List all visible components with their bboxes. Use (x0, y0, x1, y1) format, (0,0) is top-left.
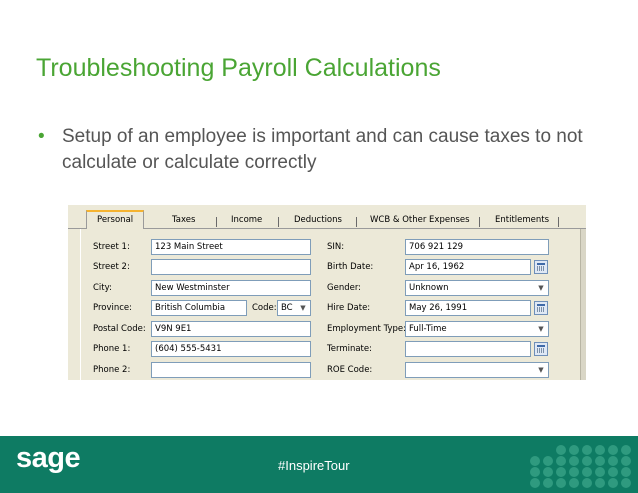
postal-code-label: Postal Code: (93, 324, 146, 334)
decorative-dot (582, 467, 592, 477)
decorative-dot (621, 467, 631, 477)
hashtag-text: #InspireTour (278, 458, 350, 473)
tab-deductions[interactable]: Deductions (294, 213, 342, 229)
phone2-label: Phone 2: (93, 365, 131, 375)
province-code-select[interactable]: BC ▼ (277, 300, 311, 316)
personal-panel: Street 1: 123 Main Street Street 2: City… (80, 229, 574, 380)
decorative-dot (569, 478, 579, 488)
decorative-dot (582, 456, 592, 466)
decorative-dot (530, 467, 540, 477)
decorative-dot (530, 456, 540, 466)
bullet-text: Setup of an employee is important and ca… (62, 126, 583, 173)
employee-dialog-screenshot: Personal Taxes Income Deductions WCB & O… (68, 205, 586, 380)
province-label: Province: (93, 303, 133, 313)
decorative-dot (608, 456, 618, 466)
sin-label: SIN: (327, 242, 345, 252)
dot-pattern-decoration (530, 445, 638, 493)
calendar-icon[interactable] (534, 260, 548, 274)
decorative-dot (595, 478, 605, 488)
tab-separator (278, 217, 279, 227)
slide-title: Troubleshooting Payroll Calculations (36, 54, 441, 82)
decorative-dot (543, 478, 553, 488)
chevron-down-icon[interactable]: ▼ (296, 301, 310, 315)
gender-select[interactable]: Unknown ▼ (405, 280, 549, 296)
sin-field[interactable]: 706 921 129 (405, 239, 549, 255)
employment-type-select[interactable]: Full-Time ▼ (405, 321, 549, 337)
city-label: City: (93, 283, 112, 293)
gender-value: Unknown (409, 283, 449, 293)
calendar-icon[interactable] (534, 301, 548, 315)
decorative-dot (595, 456, 605, 466)
tab-taxes[interactable]: Taxes (172, 213, 195, 229)
tab-income[interactable]: Income (231, 213, 262, 229)
street1-field[interactable]: 123 Main Street (151, 239, 311, 255)
decorative-dot (582, 445, 592, 455)
street2-label: Street 2: (93, 262, 130, 272)
hire-date-field[interactable]: May 26, 1991 (405, 300, 531, 316)
employment-type-label: Employment Type: (327, 324, 406, 334)
code-label: Code: (252, 303, 277, 313)
street1-label: Street 1: (93, 242, 130, 252)
decorative-dot (530, 478, 540, 488)
decorative-dot (556, 467, 566, 477)
birth-date-field[interactable]: Apr 16, 1962 (405, 259, 531, 275)
bullet-symbol: • (38, 126, 45, 147)
postal-code-field[interactable]: V9N 9E1 (151, 321, 311, 337)
decorative-dot (569, 445, 579, 455)
decorative-dot (556, 445, 566, 455)
bullet-item: • Setup of an employee is important and … (38, 124, 598, 176)
decorative-dot (556, 456, 566, 466)
hire-date-label: Hire Date: (327, 303, 371, 313)
decorative-dot (595, 467, 605, 477)
city-field[interactable]: New Westminster (151, 280, 311, 296)
employment-type-value: Full-Time (409, 324, 447, 334)
tab-separator (558, 217, 559, 227)
province-code-value: BC (281, 303, 293, 313)
roe-code-label: ROE Code: (327, 365, 373, 375)
tab-separator (479, 217, 480, 227)
vertical-scrollbar[interactable] (580, 229, 586, 380)
tab-separator (356, 217, 357, 227)
decorative-dot (582, 478, 592, 488)
gender-label: Gender: (327, 283, 362, 293)
decorative-dot (621, 456, 631, 466)
birth-date-label: Birth Date: (327, 262, 374, 272)
decorative-dot (621, 445, 631, 455)
tab-wcb-other-expenses[interactable]: WCB & Other Expenses (370, 213, 470, 229)
tab-separator (216, 217, 217, 227)
street2-field[interactable] (151, 259, 311, 275)
phone1-field[interactable]: (604) 555-5431 (151, 341, 311, 357)
decorative-dot (595, 445, 605, 455)
tab-personal[interactable]: Personal (86, 210, 145, 230)
terminate-date-field[interactable] (405, 341, 531, 357)
chevron-down-icon[interactable]: ▼ (534, 322, 548, 336)
chevron-down-icon[interactable]: ▼ (534, 281, 548, 295)
sage-logo: sage (16, 442, 81, 474)
terminate-label: Terminate: (327, 344, 372, 354)
tab-entitlements[interactable]: Entitlements (495, 213, 549, 229)
province-field[interactable]: British Columbia (151, 300, 247, 316)
decorative-dot (543, 456, 553, 466)
phone1-label: Phone 1: (93, 344, 131, 354)
decorative-dot (608, 478, 618, 488)
decorative-dot (556, 478, 566, 488)
phone2-field[interactable] (151, 362, 311, 378)
decorative-dot (621, 478, 631, 488)
decorative-dot (608, 467, 618, 477)
calendar-icon[interactable] (534, 342, 548, 356)
roe-code-select[interactable]: ▼ (405, 362, 549, 378)
tab-strip: Personal Taxes Income Deductions WCB & O… (68, 210, 586, 230)
decorative-dot (569, 456, 579, 466)
decorative-dot (569, 467, 579, 477)
decorative-dot (543, 467, 553, 477)
chevron-down-icon[interactable]: ▼ (534, 363, 548, 377)
decorative-dot (608, 445, 618, 455)
